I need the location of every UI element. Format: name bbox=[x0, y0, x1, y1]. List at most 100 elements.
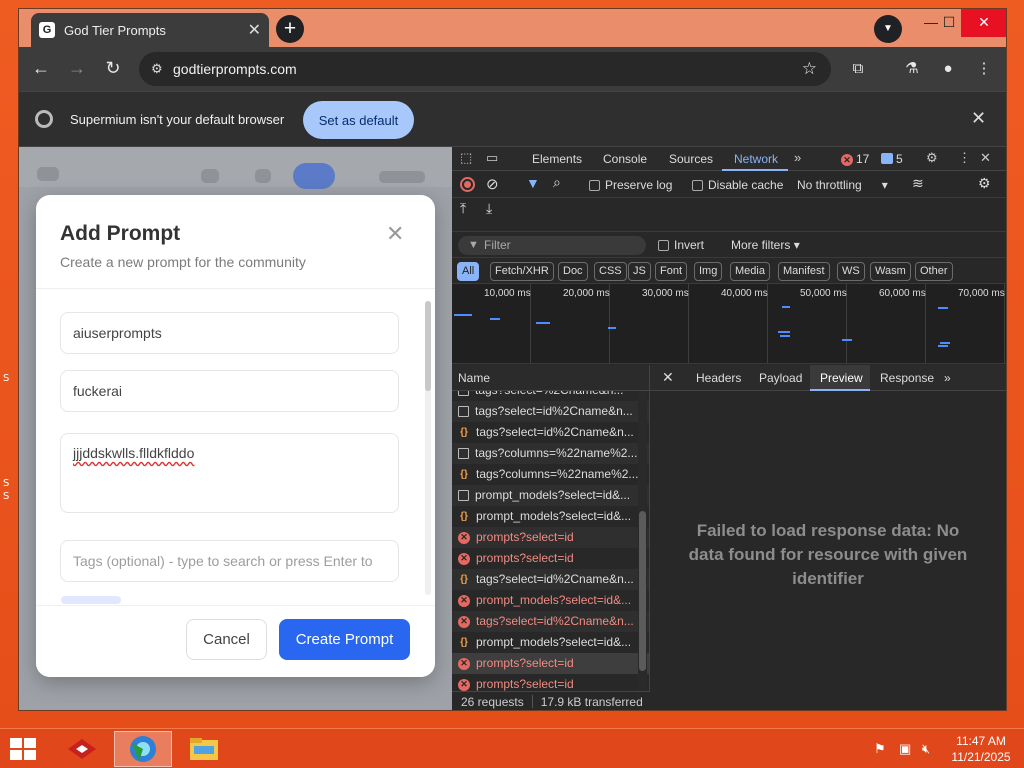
type-filter-manifest[interactable]: Manifest bbox=[778, 262, 830, 281]
close-detail-icon[interactable]: ✕ bbox=[662, 369, 674, 386]
type-filter-all[interactable]: All bbox=[457, 262, 480, 281]
type-filter-fetch[interactable]: Fetch/XHR bbox=[490, 262, 554, 281]
invert-checkbox[interactable]: Invert bbox=[658, 238, 704, 252]
request-row[interactable]: tags?select=id%2Cname&n... bbox=[452, 401, 649, 422]
tab-console[interactable]: Console bbox=[603, 152, 647, 166]
import-har-icon[interactable]: ⤒ bbox=[460, 200, 466, 217]
browser-tab[interactable]: G God Tier Prompts ✕ bbox=[31, 13, 269, 47]
error-icon: ✕ bbox=[841, 154, 853, 166]
menu-icon[interactable]: ⋮ bbox=[973, 58, 995, 80]
filter-funnel-icon[interactable]: ▼ bbox=[526, 175, 540, 191]
type-filter-ws[interactable]: WS bbox=[837, 262, 865, 281]
extensions-icon[interactable]: ⧉ bbox=[847, 58, 869, 80]
request-row[interactable]: tags?columns=%22name%2... bbox=[452, 443, 649, 464]
reload-icon[interactable]: ↻ bbox=[101, 57, 125, 81]
disable-cache-checkbox[interactable]: Disable cache bbox=[692, 178, 783, 192]
tab-network[interactable]: Network bbox=[734, 152, 778, 166]
tab-headers[interactable]: Headers bbox=[696, 371, 741, 385]
create-prompt-button[interactable]: Create Prompt bbox=[279, 619, 410, 660]
close-tab-icon[interactable]: ✕ bbox=[248, 20, 261, 40]
throttling-select[interactable]: No throttling ▾ bbox=[797, 178, 888, 192]
address-bar[interactable]: ⚙ godtierprompts.com ☆ bbox=[139, 52, 831, 86]
type-filter-other[interactable]: Other bbox=[915, 262, 953, 281]
flag-icon[interactable]: ⚑ bbox=[874, 741, 886, 757]
type-filter-js[interactable]: JS bbox=[628, 262, 651, 281]
bookmark-star-icon[interactable]: ☆ bbox=[802, 59, 817, 79]
forward-icon[interactable]: → bbox=[65, 57, 89, 81]
tab-elements[interactable]: Elements bbox=[532, 152, 582, 166]
taskbar-file-explorer-icon[interactable] bbox=[175, 731, 233, 767]
scroll-thumb[interactable] bbox=[639, 511, 646, 671]
cancel-button[interactable]: Cancel bbox=[186, 619, 267, 660]
taskbar-browser-icon[interactable] bbox=[114, 731, 172, 767]
request-row[interactable]: tags?select=%2Cname&n... bbox=[452, 391, 649, 401]
request-row[interactable]: prompt_models?select=id&... bbox=[452, 485, 649, 506]
more-filters-dropdown[interactable]: More filters ▾ bbox=[731, 238, 800, 252]
request-row[interactable]: ✕ prompts?select=id bbox=[452, 548, 649, 569]
request-row[interactable]: ✕ prompts?select=id bbox=[452, 674, 649, 691]
modal-scrollbar[interactable] bbox=[425, 301, 431, 595]
network-overview-timeline[interactable]: 10,000 ms 20,000 ms 30,000 ms 40,000 ms 50,0… bbox=[452, 284, 1006, 364]
modal-scroll-thumb[interactable] bbox=[425, 301, 431, 391]
tab-search-icon[interactable]: ▼ bbox=[874, 15, 902, 43]
type-filter-media[interactable]: Media bbox=[730, 262, 770, 281]
export-har-icon[interactable]: ⤓ bbox=[486, 200, 492, 217]
site-info-icon[interactable]: ⚙ bbox=[151, 61, 173, 77]
request-row[interactable]: {} tags?select=id%2Cname&n... bbox=[452, 569, 649, 590]
type-filter-wasm[interactable]: Wasm bbox=[870, 262, 911, 281]
set-default-button[interactable]: Set as default bbox=[303, 101, 414, 139]
request-row[interactable]: ✕ prompts?select=id bbox=[452, 653, 649, 674]
prompt-content-textarea[interactable]: jjjddskwlls.flldkflddo bbox=[60, 433, 399, 513]
message-count-badge[interactable]: 5 bbox=[881, 152, 903, 166]
name-column-header[interactable]: Name bbox=[452, 365, 650, 391]
request-row[interactable]: {} prompt_models?select=id&... bbox=[452, 506, 649, 527]
tab-preview[interactable]: Preview bbox=[820, 371, 863, 385]
type-filter-font[interactable]: Font bbox=[655, 262, 688, 281]
network-settings-icon[interactable]: ⚙ bbox=[978, 175, 991, 192]
tags-input[interactable]: Tags (optional) - type to search or pres… bbox=[60, 540, 399, 582]
search-icon[interactable]: ⌕ bbox=[553, 174, 561, 191]
labs-icon[interactable]: ⚗ bbox=[901, 58, 923, 80]
tab-response[interactable]: Response bbox=[880, 371, 934, 385]
inspect-icon[interactable]: ⬚ bbox=[460, 150, 472, 166]
type-filter-img[interactable]: Img bbox=[694, 262, 723, 281]
clear-icon[interactable]: ⊘ bbox=[486, 175, 499, 193]
request-row[interactable]: ✕ tags?select=id%2Cname&n... bbox=[452, 611, 649, 632]
infobar-close-icon[interactable]: ✕ bbox=[971, 108, 986, 129]
network-icon[interactable]: ▣ bbox=[899, 741, 911, 757]
type-filter-doc[interactable]: Doc bbox=[558, 262, 588, 281]
record-icon[interactable] bbox=[460, 177, 475, 192]
modal-close-icon[interactable]: ✕ bbox=[386, 221, 404, 247]
request-row[interactable]: {} tags?columns=%22name%2... bbox=[452, 464, 649, 485]
settings-gear-icon[interactable]: ⚙ bbox=[926, 150, 938, 166]
taskbar-app-icon[interactable] bbox=[53, 731, 111, 767]
close-window-button[interactable]: ✕ bbox=[961, 9, 1006, 37]
tab-payload[interactable]: Payload bbox=[759, 371, 802, 385]
new-tab-button[interactable]: + bbox=[276, 15, 304, 43]
filter-input[interactable]: ▼ Filter bbox=[458, 236, 646, 255]
request-row[interactable]: {} prompt_models?select=id&... bbox=[452, 632, 649, 653]
devtools-menu-icon[interactable]: ⋮ bbox=[958, 150, 971, 166]
profile-icon[interactable]: ● bbox=[937, 58, 959, 80]
type-filter-css[interactable]: CSS bbox=[594, 262, 627, 281]
request-row[interactable]: ✕ prompt_models?select=id&... bbox=[452, 590, 649, 611]
start-button[interactable] bbox=[10, 738, 38, 760]
network-conditions-icon[interactable]: ≋ bbox=[912, 175, 924, 192]
prompt-title-input[interactable]: aiuserprompts bbox=[60, 312, 399, 354]
request-list-scrollbar[interactable] bbox=[638, 391, 647, 691]
prompt-author-input[interactable]: fuckerai bbox=[60, 370, 399, 412]
error-count-badge[interactable]: ✕ 17 bbox=[841, 152, 869, 166]
request-row[interactable]: ✕ prompts?select=id bbox=[452, 527, 649, 548]
url-text: godtierprompts.com bbox=[173, 61, 297, 77]
clock[interactable]: 11:47 AM 11/21/2025 bbox=[948, 733, 1014, 765]
tab-sources[interactable]: Sources bbox=[669, 152, 713, 166]
request-row[interactable]: {} tags?select=id%2Cname&n... bbox=[452, 422, 649, 443]
preserve-log-checkbox[interactable]: Preserve log bbox=[589, 178, 672, 192]
volume-muted-icon[interactable]: 🔇︎ bbox=[922, 741, 930, 757]
taskbar: ⚑ ▣ 🔇︎ 11:47 AM 11/21/2025 bbox=[0, 728, 1024, 768]
back-icon[interactable]: ← bbox=[29, 57, 53, 81]
close-devtools-icon[interactable]: ✕ bbox=[980, 150, 991, 166]
more-detail-tabs-icon[interactable]: » bbox=[944, 371, 951, 385]
device-toolbar-icon[interactable]: ▭ bbox=[486, 150, 498, 166]
more-tabs-icon[interactable]: » bbox=[794, 150, 801, 165]
